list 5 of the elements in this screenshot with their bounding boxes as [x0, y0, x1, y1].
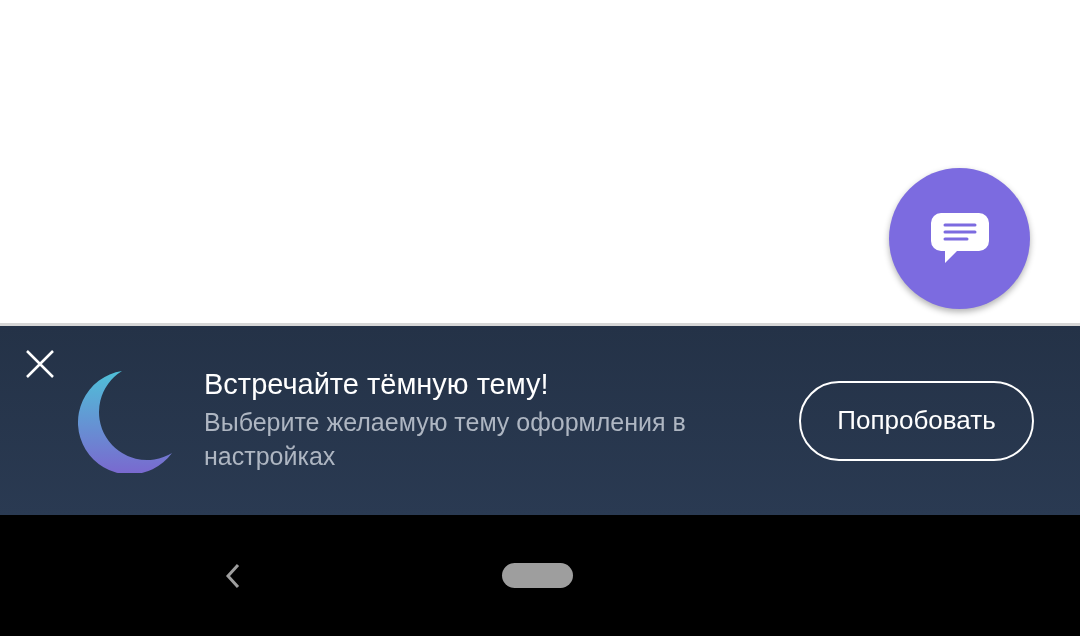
home-pill[interactable]	[502, 563, 573, 588]
try-button[interactable]: Попробовать	[799, 380, 1034, 461]
banner-title: Встречайте тёмную тему!	[204, 368, 550, 401]
close-icon[interactable]	[25, 349, 55, 379]
banner-subtitle: Выберите желаемую тему оформления в настройках	[204, 407, 687, 472]
